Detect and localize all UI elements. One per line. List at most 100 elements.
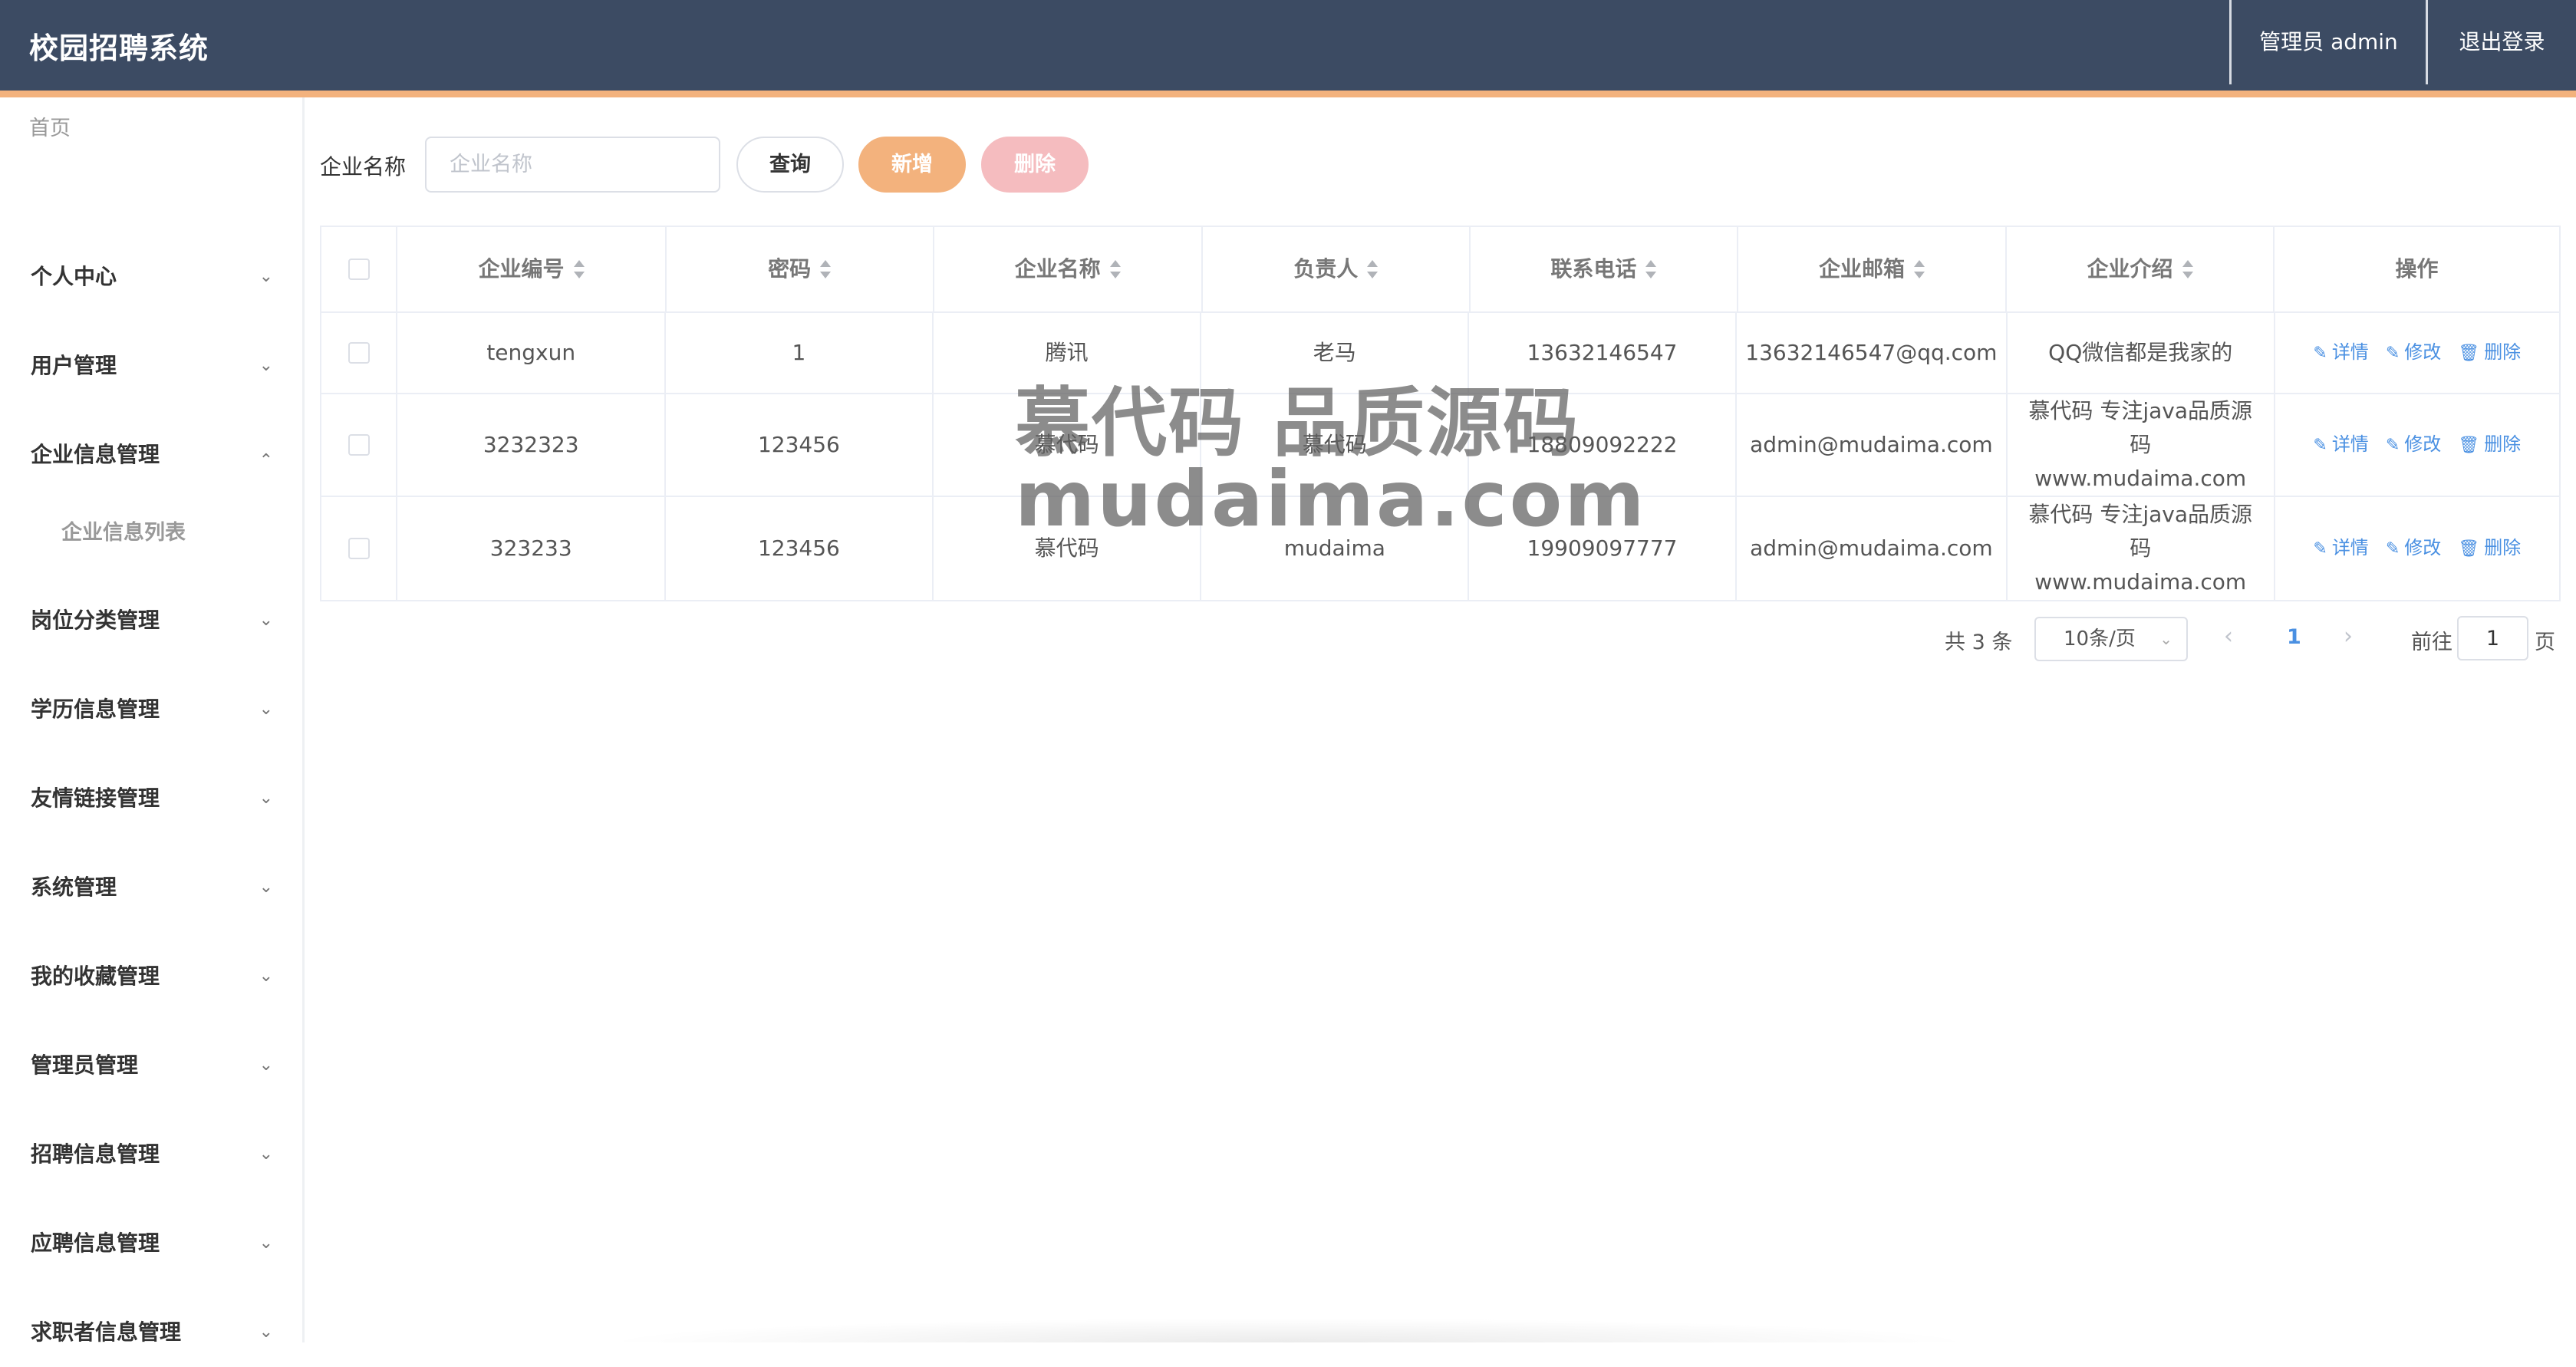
page-size-select[interactable]: 10条/页 ⌄	[2034, 617, 2188, 661]
sidebar-item-personal-center[interactable]: 个人中心 ⌄	[0, 242, 302, 311]
column-header-contact-person[interactable]: 负责人	[1203, 227, 1471, 311]
detail-link[interactable]: ✎ 详情	[2313, 335, 2368, 371]
detail-label: 详情	[2331, 537, 2369, 558]
page-number-current[interactable]: 1	[2287, 625, 2301, 649]
sidebar-item-label: 招聘信息管理	[31, 1141, 160, 1167]
detail-label: 详情	[2331, 433, 2369, 455]
sidebar-item-favorites[interactable]: 我的收藏管理 ⌄	[0, 942, 302, 1011]
table-cell: 123456	[666, 394, 934, 496]
goto-label: 前往	[2411, 631, 2452, 654]
row-checkbox[interactable]	[348, 434, 370, 456]
column-header-phone[interactable]: 联系电话	[1471, 227, 1738, 311]
detail-link[interactable]: ✎ 详情	[2313, 531, 2368, 566]
table-cell: mudaima	[1201, 497, 1470, 600]
edit-icon: ✎	[2385, 436, 2400, 455]
edit-icon: ✎	[2313, 436, 2327, 455]
sort-icon[interactable]	[1645, 259, 1657, 279]
edit-link[interactable]: ✎ 修改	[2386, 531, 2441, 566]
sidebar-item-label: 个人中心	[31, 264, 117, 289]
row-checkbox[interactable]	[348, 342, 370, 364]
sidebar-item-label: 友情链接管理	[31, 786, 160, 811]
goto-page-input[interactable]	[2457, 616, 2528, 660]
edit-link[interactable]: ✎ 修改	[2386, 427, 2441, 463]
row-checkbox-cell	[321, 313, 398, 393]
sidebar-subitem-company-list[interactable]: 企业信息列表	[0, 502, 302, 564]
query-button[interactable]: 查询	[736, 137, 844, 193]
sort-icon[interactable]	[820, 259, 832, 279]
sidebar-item-label: 应聘信息管理	[31, 1230, 160, 1256]
sort-icon[interactable]	[2182, 259, 2193, 279]
sidebar-item-label: 我的收藏管理	[31, 963, 160, 989]
sidebar-item-label: 学历信息管理	[31, 697, 160, 722]
chevron-down-icon: ⌄	[2159, 630, 2172, 648]
sidebar: 首页 个人中心 ⌄ 用户管理 ⌄ 企业信息管理 ⌃ 企业信息列表 岗位分类管理 …	[0, 97, 305, 1345]
edit-icon: ✎	[2313, 539, 2327, 558]
edit-link[interactable]: ✎ 修改	[2386, 335, 2441, 371]
sidebar-item-job-category[interactable]: 岗位分类管理 ⌄	[0, 586, 302, 655]
column-header-label: 企业编号	[478, 256, 565, 282]
edit-icon: ✎	[2385, 539, 2400, 558]
table-cell: 慕代码 专注java品质源码 www.mudaima.com	[2008, 394, 2275, 496]
sidebar-item-admins[interactable]: 管理员管理 ⌄	[0, 1031, 302, 1100]
delete-link[interactable]: 🗑 删除	[2458, 335, 2521, 371]
table-cell: tengxun	[397, 313, 667, 393]
sidebar-item-label: 岗位分类管理	[31, 608, 160, 633]
company-name-search-input[interactable]	[425, 137, 720, 193]
add-button[interactable]: 新增	[858, 137, 966, 193]
table-header-row: 企业编号 密码 企业名称 负责人 联系电话 企业邮箱 企业介绍 操作	[321, 227, 2559, 313]
sidebar-item-education[interactable]: 学历信息管理 ⌄	[0, 675, 302, 744]
admin-user-label[interactable]: 管理员 admin	[2232, 0, 2426, 84]
top-header: 校园招聘系统 管理员 admin 退出登录	[0, 0, 2576, 91]
chevron-left-icon[interactable]: ‹	[2224, 623, 2233, 650]
sidebar-item-job-seekers[interactable]: 求职者信息管理 ⌄	[0, 1298, 302, 1367]
row-actions: ✎ 详情 ✎ 修改 🗑 删除	[2275, 313, 2559, 393]
row-checkbox-cell	[321, 497, 398, 600]
pagination-total: 共 3 条	[1945, 631, 2013, 654]
trash-icon: 🗑	[2458, 436, 2480, 455]
chevron-down-icon: ⌄	[259, 789, 273, 808]
column-header-password[interactable]: 密码	[667, 227, 934, 311]
column-header-label: 负责人	[1293, 256, 1359, 282]
sidebar-item-user-management[interactable]: 用户管理 ⌄	[0, 331, 302, 400]
sidebar-item-label: 系统管理	[31, 875, 117, 900]
sort-icon[interactable]	[573, 259, 585, 279]
sidebar-item-applications[interactable]: 应聘信息管理 ⌄	[0, 1209, 302, 1278]
sidebar-item-friend-links[interactable]: 友情链接管理 ⌄	[0, 764, 302, 833]
sort-icon[interactable]	[1367, 259, 1379, 279]
header-checkbox-cell	[321, 227, 398, 311]
column-header-company-id[interactable]: 企业编号	[397, 227, 667, 311]
chevron-right-icon[interactable]: ›	[2344, 623, 2353, 650]
column-header-label: 企业介绍	[2087, 256, 2173, 282]
chevron-down-icon: ⌄	[259, 1056, 273, 1075]
company-table: 企业编号 密码 企业名称 负责人 联系电话 企业邮箱 企业介绍 操作 tengx…	[320, 226, 2561, 601]
sidebar-item-recruitment[interactable]: 招聘信息管理 ⌄	[0, 1120, 302, 1189]
table-cell: admin@mudaima.com	[1737, 394, 2008, 496]
table-cell: 慕代码 专注java品质源码 www.mudaima.com	[2008, 497, 2275, 600]
chevron-down-icon: ⌄	[259, 267, 273, 286]
batch-delete-button[interactable]: 删除	[981, 137, 1089, 193]
row-checkbox[interactable]	[348, 538, 370, 559]
column-header-actions: 操作	[2275, 227, 2559, 311]
app-title: 校园招聘系统	[29, 31, 209, 65]
sidebar-home-link[interactable]: 首页	[29, 111, 71, 141]
select-all-checkbox[interactable]	[348, 259, 370, 280]
table-row: tengxun 1 腾讯 老马 13632146547 13632146547@…	[321, 313, 2559, 394]
table-cell: 13632146547	[1469, 313, 1737, 393]
sort-icon[interactable]	[1109, 259, 1121, 279]
table-cell: 1	[666, 313, 934, 393]
column-header-intro[interactable]: 企业介绍	[2007, 227, 2275, 311]
chevron-down-icon: ⌄	[259, 878, 273, 897]
edit-icon: ✎	[2385, 344, 2400, 363]
delete-link[interactable]: 🗑 删除	[2458, 427, 2521, 463]
trash-icon: 🗑	[2458, 344, 2480, 363]
sort-icon[interactable]	[1913, 259, 1925, 279]
sidebar-item-company-info[interactable]: 企业信息管理 ⌃	[0, 420, 302, 489]
logout-button[interactable]: 退出登录	[2428, 0, 2576, 84]
column-header-company-name[interactable]: 企业名称	[934, 227, 1203, 311]
column-header-email[interactable]: 企业邮箱	[1738, 227, 2008, 311]
detail-link[interactable]: ✎ 详情	[2313, 427, 2368, 463]
delete-link[interactable]: 🗑 删除	[2458, 531, 2521, 566]
sidebar-item-system[interactable]: 系统管理 ⌄	[0, 853, 302, 922]
sidebar-item-label: 求职者信息管理	[31, 1319, 182, 1345]
table-row: 3232323 123456 慕代码 慕代码 18809092222 admin…	[321, 394, 2559, 497]
